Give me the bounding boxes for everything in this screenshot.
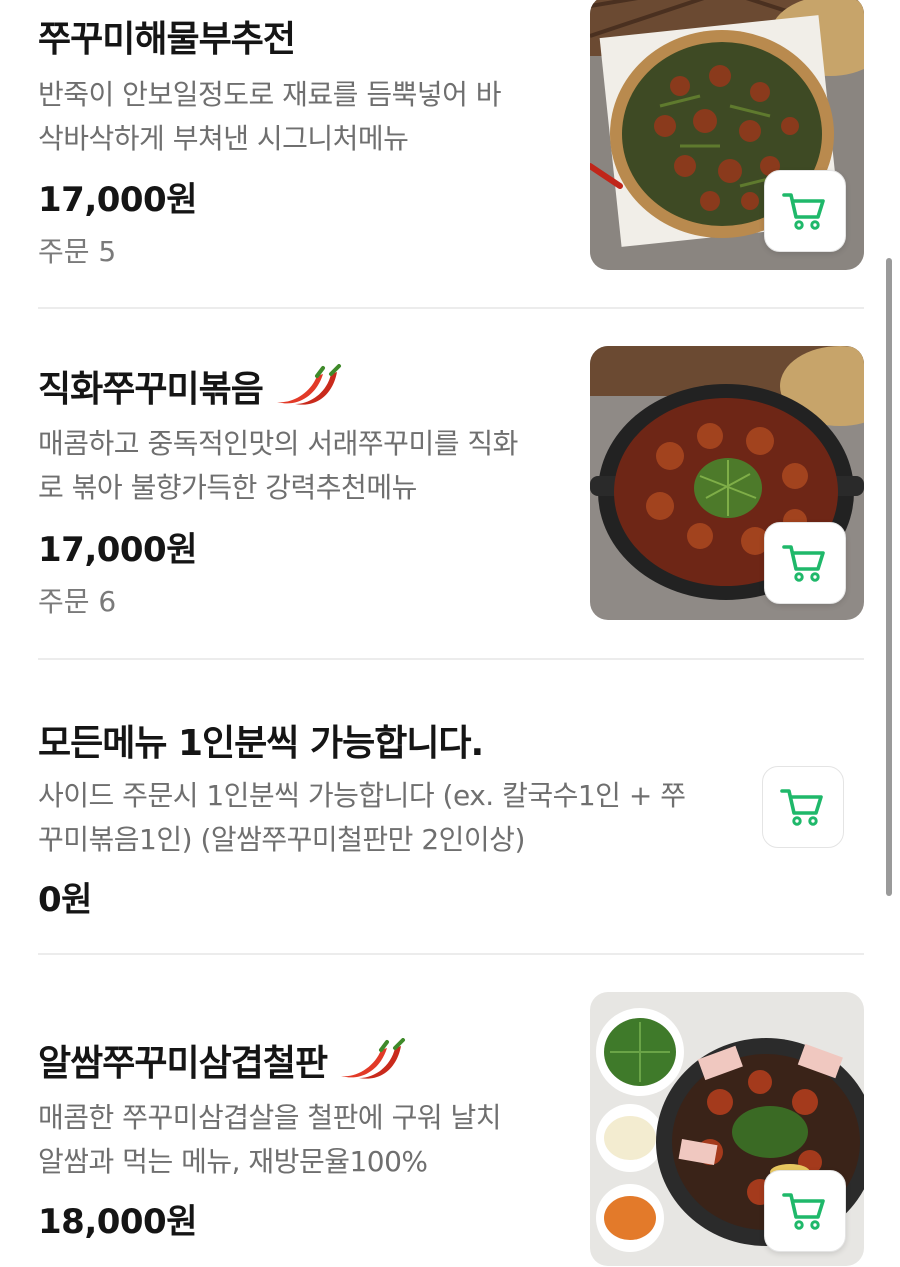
menu-item-price: 17,000원 — [38, 180, 197, 220]
divider — [38, 658, 864, 660]
menu-item-price: 18,000원 — [38, 1202, 197, 1242]
menu-item-description: 사이드 주문시 1인분씩 가능합니다 (ex. 칼국수1인 + 쭈 꾸미볶음1인… — [38, 779, 686, 856]
menu-item-name: 직화쭈꾸미볶음 — [38, 369, 264, 410]
cart-icon — [782, 193, 825, 230]
menu-item-name: 쭈꾸미해물부추전 — [38, 19, 296, 60]
add-to-cart-button[interactable] — [762, 766, 844, 848]
divider — [38, 307, 864, 309]
divider — [38, 953, 864, 955]
menu-item-description: 매콤한 쭈꾸미삼겹살을 철판에 구워 날치 알쌈과 먹는 메뉴, 재방문율100… — [38, 1101, 502, 1178]
add-to-cart-button[interactable] — [764, 1170, 846, 1252]
cart-icon — [780, 789, 823, 826]
menu-item-price: 17,000원 — [38, 530, 197, 570]
menu-item-description: 반죽이 안보일정도로 재료를 듬뿍넣어 바 삭바삭하게 부쳐낸 시그니처메뉴 — [38, 78, 502, 155]
chili-pepper-icon — [276, 364, 341, 405]
add-to-cart-button[interactable] — [764, 522, 846, 604]
menu-item-price: 0원 — [38, 880, 92, 920]
cart-icon — [782, 1193, 825, 1230]
cart-icon — [782, 545, 825, 582]
menu-item-order-count: 주문 5 — [38, 235, 117, 268]
chili-pepper-icon — [341, 1038, 406, 1079]
menu-item-name: 모든메뉴 1인분씩 가능합니다. — [38, 723, 484, 764]
menu-item-description: 매콤하고 중독적인맛의 서래쭈꾸미를 직화 로 볶아 불향가득한 강력추천메뉴 — [38, 427, 518, 504]
menu-item-name: 알쌈쭈꾸미삼겹철판 — [38, 1043, 328, 1084]
add-to-cart-button[interactable] — [764, 170, 846, 252]
scrollbar[interactable] — [886, 258, 892, 896]
menu-item-order-count: 주문 6 — [38, 585, 117, 618]
